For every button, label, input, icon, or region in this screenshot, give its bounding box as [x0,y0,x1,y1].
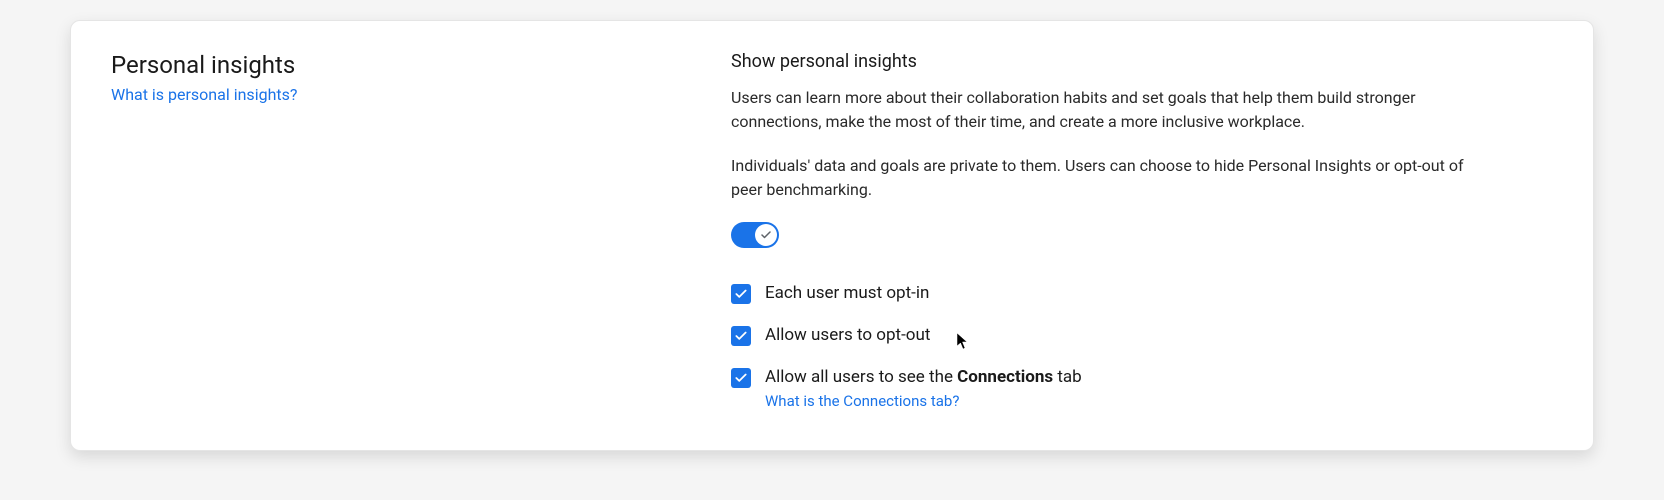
toggle-knob [755,224,777,246]
label-bold: Connections [957,367,1053,387]
label-pre: Allow all users to see the [765,367,957,387]
option-row-connections: Allow all users to see the Connections t… [731,366,1553,413]
option-row-opt-out: Allow users to opt-out [731,324,1553,348]
checkbox-opt-in[interactable] [731,284,751,304]
checkbox-label-opt-in: Each user must opt-in [765,282,929,306]
help-link-personal-insights[interactable]: What is personal insights? [111,85,297,104]
label-text: Allow users to opt-out [765,325,930,345]
checkbox-opt-out[interactable] [731,326,751,346]
settings-card: Personal insights What is personal insig… [70,20,1594,451]
show-insights-toggle[interactable] [731,222,779,248]
check-icon [734,287,748,301]
help-link-connections-tab[interactable]: What is the Connections tab? [765,391,1082,412]
left-column: Personal insights What is personal insig… [111,51,691,430]
label-post: tab [1053,367,1082,387]
right-column: Show personal insights Users can learn m… [731,51,1553,430]
subtitle: Show personal insights [731,51,1553,72]
check-icon [734,371,748,385]
check-icon [760,229,772,241]
description-paragraph-1: Users can learn more about their collabo… [731,86,1491,134]
description-paragraph-2: Individuals' data and goals are private … [731,154,1491,202]
checkbox-connections[interactable] [731,368,751,388]
label-text: Each user must opt-in [765,283,929,303]
check-icon [734,329,748,343]
option-row-opt-in: Each user must opt-in [731,282,1553,306]
section-title: Personal insights [111,51,691,79]
cursor-icon [956,332,970,350]
checkbox-label-connections: Allow all users to see the Connections t… [765,366,1082,413]
checkbox-label-opt-out: Allow users to opt-out [765,324,930,348]
